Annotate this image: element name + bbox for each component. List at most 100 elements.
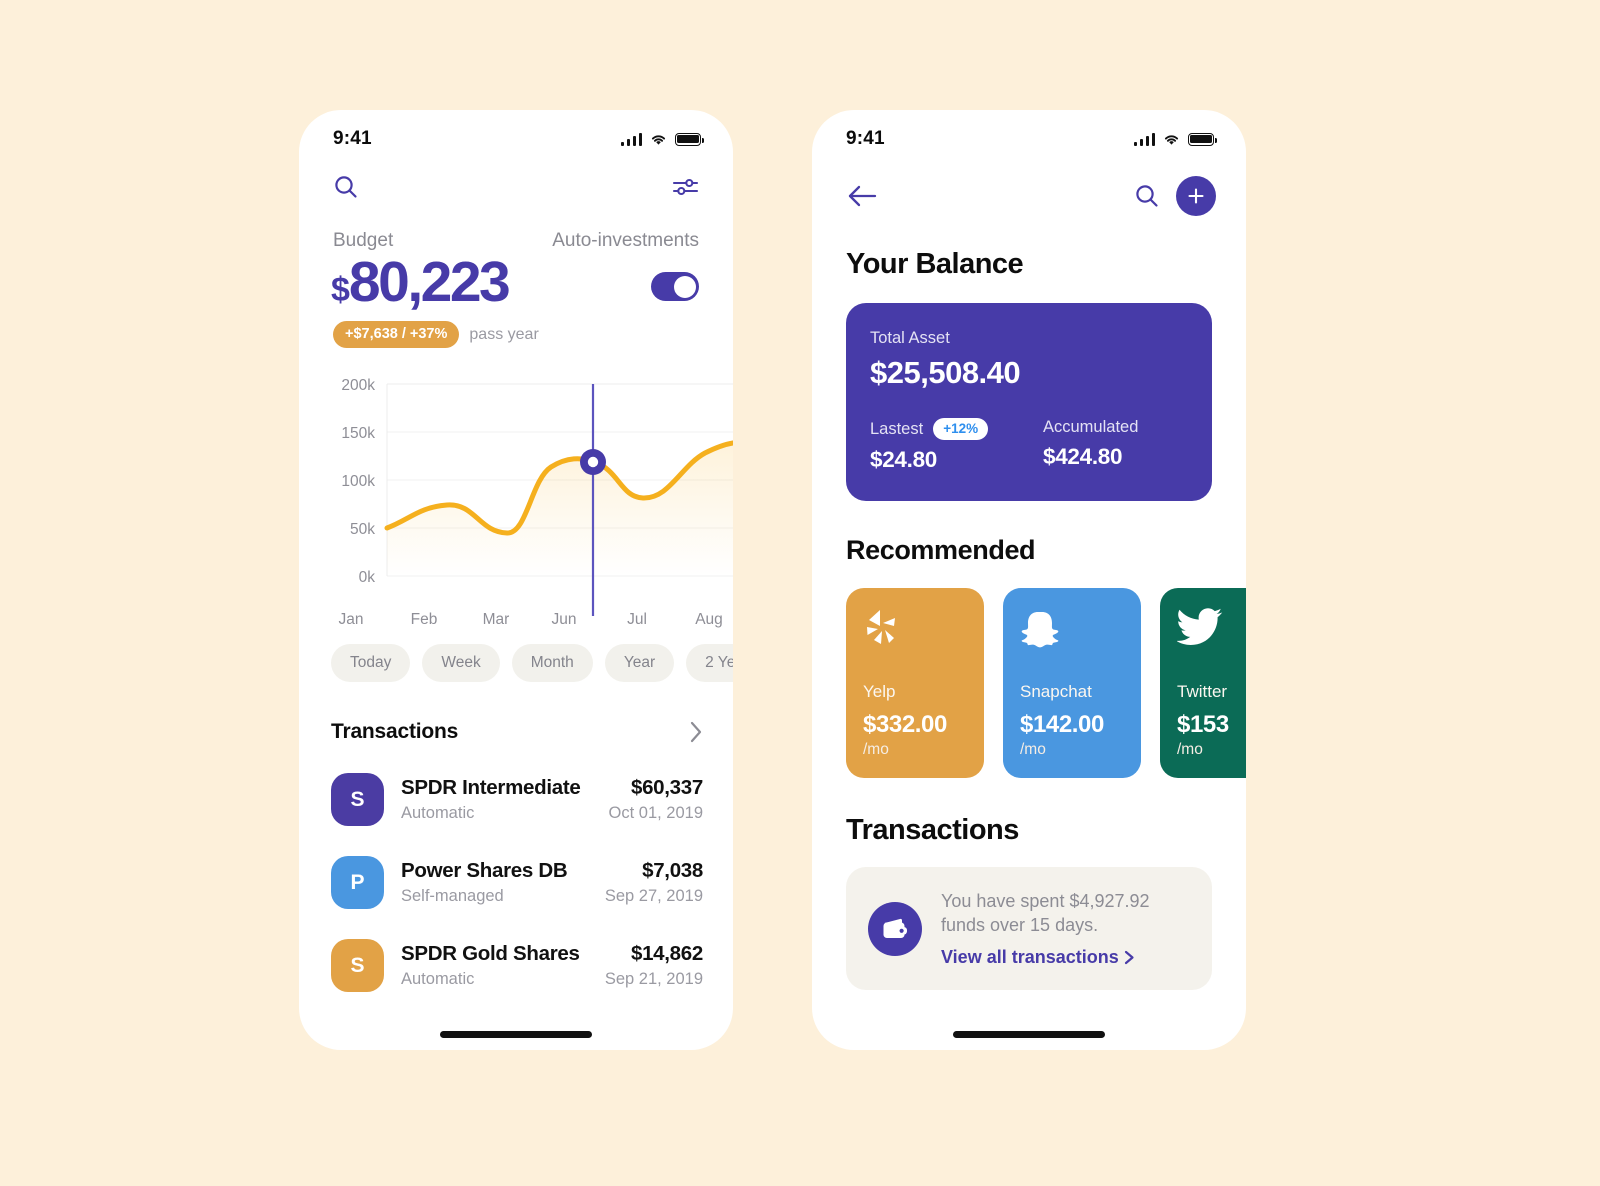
transaction-name: SPDR Gold Shares — [401, 942, 580, 965]
avatar: P — [331, 856, 384, 909]
arrow-left-icon[interactable] — [846, 184, 878, 208]
budget-amount-value: 80,223 — [348, 250, 511, 314]
transaction-subtitle: Self-managed — [401, 887, 504, 905]
sliders-icon[interactable] — [672, 176, 699, 198]
recommended-period: /mo — [1020, 741, 1046, 758]
transactions-header-left[interactable]: Transactions — [299, 682, 733, 744]
total-asset-label: Total Asset — [870, 329, 950, 347]
search-icon[interactable] — [1134, 183, 1160, 209]
currency-symbol: $ — [331, 271, 350, 309]
home-indicator-left[interactable] — [440, 1031, 592, 1038]
budget-chart[interactable]: 200k 150k 100k 50k 0k Jan Feb Mar Jun Ju… — [299, 370, 733, 638]
recommended-price: $142.00 — [1020, 711, 1104, 738]
range-pill-today[interactable]: Today — [331, 644, 411, 682]
transactions-title-left: Transactions — [331, 720, 459, 743]
spent-summary-text: You have spent $4,927.92 funds over 15 d… — [941, 891, 1150, 936]
accumulated-column: Accumulated $424.80 — [1029, 418, 1188, 473]
wifi-icon — [1164, 134, 1179, 145]
auto-investments-toggle[interactable] — [651, 272, 699, 301]
svg-text:Jun: Jun — [552, 611, 577, 628]
transaction-amount: $60,337 — [630, 776, 703, 799]
status-bar-right: 9:41 — [812, 110, 1246, 156]
battery-icon — [1188, 132, 1217, 146]
transaction-date: Oct 01, 2019 — [608, 804, 703, 822]
recommended-price: $332.00 — [863, 711, 947, 738]
svg-text:50k: 50k — [350, 521, 375, 538]
recommended-name: Twitter — [1177, 682, 1228, 701]
transaction-subtitle: Automatic — [401, 970, 475, 988]
recommended-name: Yelp — [863, 682, 896, 701]
svg-text:0k: 0k — [359, 569, 376, 586]
latest-amount: $24.80 — [870, 447, 938, 472]
balance-card: Total Asset $25,508.40 Lastest +12% $24.… — [846, 303, 1212, 501]
accumulated-amount: $424.80 — [1043, 444, 1123, 469]
svg-text:Jul: Jul — [627, 611, 647, 628]
status-badge: +12% — [933, 418, 989, 440]
latest-label: Lastest — [870, 419, 924, 438]
transaction-date: Sep 27, 2019 — [604, 887, 703, 905]
budget-label: Budget — [333, 230, 394, 251]
page-title: Your Balance — [846, 248, 1024, 280]
status-bar-left: 9:41 — [299, 110, 733, 156]
wallet-icon — [868, 901, 922, 956]
view-all-label: View all transactions — [941, 947, 1119, 968]
phone-right-screen: 9:41 Your Balance Total Asset $25,508.40… — [812, 110, 1246, 1050]
battery-icon — [675, 132, 704, 146]
recommended-card-twitter[interactable]: Twitter $153 /mo — [1160, 588, 1246, 778]
latest-column: Lastest +12% $24.80 — [870, 418, 1029, 473]
budget-labels-row: Budget Auto-investments — [299, 200, 733, 252]
range-pill-2years[interactable]: 2 Years — [686, 644, 733, 682]
total-asset-amount: $25,508.40 — [870, 355, 1021, 390]
table-row[interactable]: S SPDR Intermediate $60,337 Automatic Oc… — [331, 758, 703, 841]
delta-period-label: pass year — [469, 325, 539, 343]
snapchat-logo-icon — [1020, 607, 1124, 663]
svg-text:Aug: Aug — [695, 611, 723, 628]
chart-marker-inner — [587, 456, 599, 468]
recommended-period: /mo — [863, 741, 889, 758]
search-icon[interactable] — [333, 174, 359, 200]
status-time: 9:41 — [846, 128, 885, 149]
view-all-transactions-link[interactable]: View all transactions — [941, 947, 1190, 968]
range-pill-month[interactable]: Month — [511, 644, 593, 682]
recommended-card-snapchat[interactable]: Snapchat $142.00 /mo — [1003, 588, 1141, 778]
recommended-card-yelp[interactable]: Yelp $332.00 /mo — [846, 588, 984, 778]
transaction-amount: $7,038 — [642, 859, 703, 882]
spent-card-body: You have spent $4,927.92 funds over 15 d… — [941, 889, 1190, 968]
plus-icon[interactable] — [1176, 176, 1216, 216]
svg-text:200k: 200k — [341, 377, 375, 394]
recommended-price: $153 — [1177, 711, 1229, 738]
svg-text:100k: 100k — [341, 473, 375, 490]
right-header-actions — [1134, 176, 1216, 216]
table-row[interactable]: S SPDR Gold Shares $14,862 Automatic Sep… — [331, 924, 703, 1007]
range-pills: Today Week Month Year 2 Years 3 Y — [299, 638, 733, 682]
auto-investments-label: Auto-investments — [552, 230, 699, 251]
transaction-subtitle: Automatic — [401, 804, 475, 822]
transaction-name: SPDR Intermediate — [401, 776, 581, 799]
recommended-period: /mo — [1177, 741, 1203, 758]
chart-x-axis: Jan Feb Mar Jun Jul Aug — [339, 611, 723, 628]
cellular-signal-icon — [620, 132, 642, 146]
svg-text:150k: 150k — [341, 425, 375, 442]
budget-delta-row: +$7,638 / +37% pass year — [299, 311, 733, 348]
recommended-carousel[interactable]: Yelp $332.00 /mo Snapchat $142.00 /mo Tw… — [812, 566, 1246, 778]
delta-badge: +$7,638 / +37% — [333, 321, 460, 348]
cellular-signal-icon — [1133, 132, 1155, 146]
transaction-content: SPDR Gold Shares $14,862 Automatic Sep 2… — [401, 942, 703, 989]
transactions-title-right: Transactions — [846, 814, 1019, 846]
accumulated-label: Accumulated — [1043, 418, 1139, 436]
budget-amount-row: $ 80,223 — [299, 252, 733, 311]
transaction-amount: $14,862 — [630, 942, 703, 965]
status-icons — [620, 132, 704, 146]
balance-sub-columns: Lastest +12% $24.80 Accumulated $424.80 — [870, 418, 1188, 473]
table-row[interactable]: P Power Shares DB $7,038 Self-managed Se… — [331, 841, 703, 924]
status-icons — [1133, 132, 1217, 146]
range-pill-year[interactable]: Year — [604, 644, 675, 682]
phone-left-screen: 9:41 Budget Auto-investments $ 80,223 +$… — [299, 110, 733, 1050]
transaction-name: Power Shares DB — [401, 859, 568, 882]
home-indicator-right[interactable] — [953, 1031, 1105, 1038]
range-pill-week[interactable]: Week — [422, 644, 500, 682]
svg-text:Jan: Jan — [339, 611, 364, 628]
chevron-right-icon[interactable] — [690, 721, 703, 743]
transaction-date: Sep 21, 2019 — [604, 970, 703, 988]
chevron-right-icon — [1124, 951, 1134, 965]
